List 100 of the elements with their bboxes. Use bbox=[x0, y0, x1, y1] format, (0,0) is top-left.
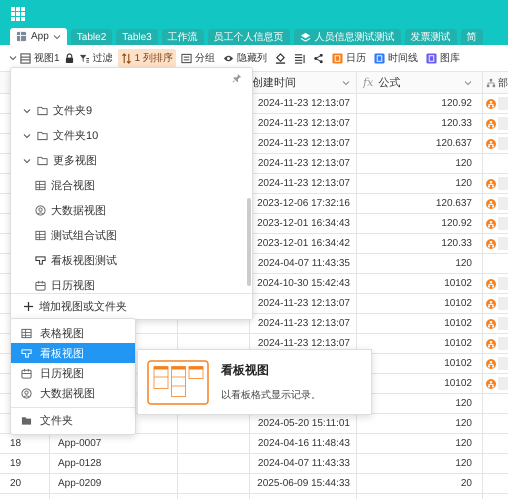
table-cell: 20 bbox=[460, 478, 472, 489]
table-cell: 2023-12-06 17:32:16 bbox=[257, 198, 350, 209]
formula-icon: fx bbox=[363, 76, 374, 89]
table-cell: 120 bbox=[455, 158, 472, 169]
view-selector[interactable]: 视图1 bbox=[6, 49, 63, 67]
layers-icon bbox=[300, 32, 311, 42]
table-cell: 120 bbox=[455, 398, 472, 409]
sort-icon bbox=[120, 52, 132, 64]
table-cell: 2024-11-23 12:13:07 bbox=[258, 318, 350, 329]
table-cell: 120.637 bbox=[436, 198, 472, 209]
filter-button[interactable]: 过滤 bbox=[76, 49, 116, 67]
org-icon bbox=[486, 338, 496, 350]
table-cell: 10102 bbox=[444, 278, 472, 289]
folder-icon bbox=[37, 130, 48, 141]
table-cell: 120 bbox=[455, 418, 472, 429]
calendar-icon bbox=[21, 368, 32, 378]
table-cell: 10102 bbox=[444, 298, 472, 309]
caret-icon bbox=[342, 78, 350, 86]
column-header[interactable]: fx 公式 bbox=[357, 72, 483, 93]
filter-icon bbox=[78, 52, 90, 64]
table-tab[interactable]: App bbox=[10, 28, 67, 45]
table-cell: 10102 bbox=[444, 358, 472, 369]
table-cell: 2024-11-23 12:13:07 bbox=[258, 138, 350, 149]
pin-icon[interactable] bbox=[232, 73, 242, 83]
menu-item[interactable]: 大数据视图 bbox=[11, 383, 135, 403]
kanban-illustration bbox=[147, 360, 209, 404]
row-number: 20 bbox=[10, 478, 22, 489]
org-icon bbox=[486, 318, 496, 330]
folder-icon bbox=[21, 414, 32, 426]
table-cell: 2024-05-20 15:11:01 bbox=[258, 418, 350, 429]
table-cell: 2023-12-01 16:34:43 bbox=[257, 218, 350, 229]
chevron-icon[interactable] bbox=[23, 106, 31, 114]
folder-icon bbox=[37, 105, 48, 116]
gallery-button[interactable]: 图库 bbox=[422, 49, 463, 67]
org-icon bbox=[486, 358, 496, 370]
menu-item[interactable]: 日历视图 bbox=[11, 363, 135, 383]
table-cell: 2024-11-23 12:13:07 bbox=[258, 98, 350, 109]
table-cell: 2025-06-09 15:44:33 bbox=[257, 478, 350, 489]
table-cell: 120 bbox=[455, 438, 472, 449]
chevron-icon[interactable] bbox=[23, 156, 31, 164]
folder-item[interactable]: 更多视图 bbox=[23, 148, 252, 173]
table-cell: 120.637 bbox=[436, 138, 472, 149]
caret-icon bbox=[9, 54, 17, 62]
table-cell: App-0128 bbox=[58, 458, 102, 469]
grid-icon bbox=[35, 180, 46, 191]
org-icon bbox=[486, 298, 496, 310]
table-cell: 2024-11-23 12:13:07 bbox=[258, 158, 350, 169]
view-item[interactable]: 测试组合试图 bbox=[23, 223, 252, 248]
org-icon bbox=[486, 118, 496, 130]
view-type-icon bbox=[426, 52, 437, 64]
scrollbar[interactable] bbox=[247, 198, 251, 286]
org-icon bbox=[486, 218, 496, 230]
table-cell: App-0007 bbox=[58, 438, 102, 449]
plus-icon bbox=[24, 302, 33, 311]
calendar-button[interactable]: 日历 bbox=[328, 49, 369, 67]
menu-item[interactable]: 表格视图 bbox=[11, 323, 135, 343]
sort-button[interactable]: 1 列排序 bbox=[118, 49, 176, 67]
view-item[interactable]: 大数据视图 bbox=[23, 198, 252, 223]
table-cell: 2024-04-07 11:43:33 bbox=[258, 458, 350, 469]
table-cell: 120 bbox=[455, 458, 472, 469]
kanban-icon bbox=[35, 255, 46, 266]
row-height-icon bbox=[294, 52, 305, 64]
table-cell: 2024-04-07 11:43:35 bbox=[258, 258, 350, 269]
org-chart-icon bbox=[486, 78, 496, 88]
menu-item[interactable]: 文件夹 bbox=[11, 410, 135, 430]
table-cell: 2024-11-23 12:13:07 bbox=[258, 338, 350, 349]
view-item[interactable]: 看板视图测试 bbox=[23, 248, 252, 273]
view-item[interactable]: 混合视图 bbox=[23, 173, 252, 198]
caret-icon bbox=[52, 32, 61, 40]
tooltip-title: 看板视图 bbox=[221, 362, 270, 379]
tooltip-description: 以看板格式显示记录。 bbox=[221, 388, 321, 402]
folder-item[interactable]: 文件夹9 bbox=[23, 98, 252, 123]
grid-icon bbox=[21, 328, 32, 338]
org-icon bbox=[486, 238, 496, 250]
column-header[interactable]: 部 bbox=[483, 72, 508, 93]
group-button[interactable]: 分组 bbox=[178, 49, 218, 67]
table-cell: 10102 bbox=[444, 318, 472, 329]
timeline-button[interactable]: 时间线 bbox=[370, 49, 421, 67]
share-icon bbox=[312, 52, 324, 64]
caret-icon bbox=[464, 78, 472, 86]
add-view-button[interactable]: 增加视图或文件夹 bbox=[11, 293, 252, 319]
chevron-icon[interactable] bbox=[23, 132, 31, 140]
table-icon bbox=[20, 52, 31, 64]
table-cell: 2024-11-23 12:13:07 bbox=[258, 178, 350, 189]
org-icon bbox=[486, 98, 496, 110]
calendar-icon bbox=[35, 280, 46, 291]
org-icon bbox=[486, 378, 496, 390]
grid-icon bbox=[35, 230, 46, 241]
table-cell: 120.92 bbox=[441, 98, 472, 109]
folder-icon bbox=[37, 155, 48, 166]
table-cell: 2024-04-16 11:48:43 bbox=[258, 438, 350, 449]
table-cell: 2023-12-01 16:34:42 bbox=[257, 238, 350, 249]
org-icon bbox=[486, 198, 496, 210]
folder-item[interactable]: 文件夹10 bbox=[23, 123, 252, 148]
table-cell: 10102 bbox=[444, 338, 472, 349]
org-icon bbox=[486, 178, 496, 190]
lock-icon[interactable] bbox=[64, 52, 74, 64]
hide-button[interactable]: 隐藏列 bbox=[220, 49, 270, 67]
view-type-icon bbox=[332, 52, 343, 64]
table-cell: 2024-11-23 12:13:07 bbox=[258, 118, 350, 129]
